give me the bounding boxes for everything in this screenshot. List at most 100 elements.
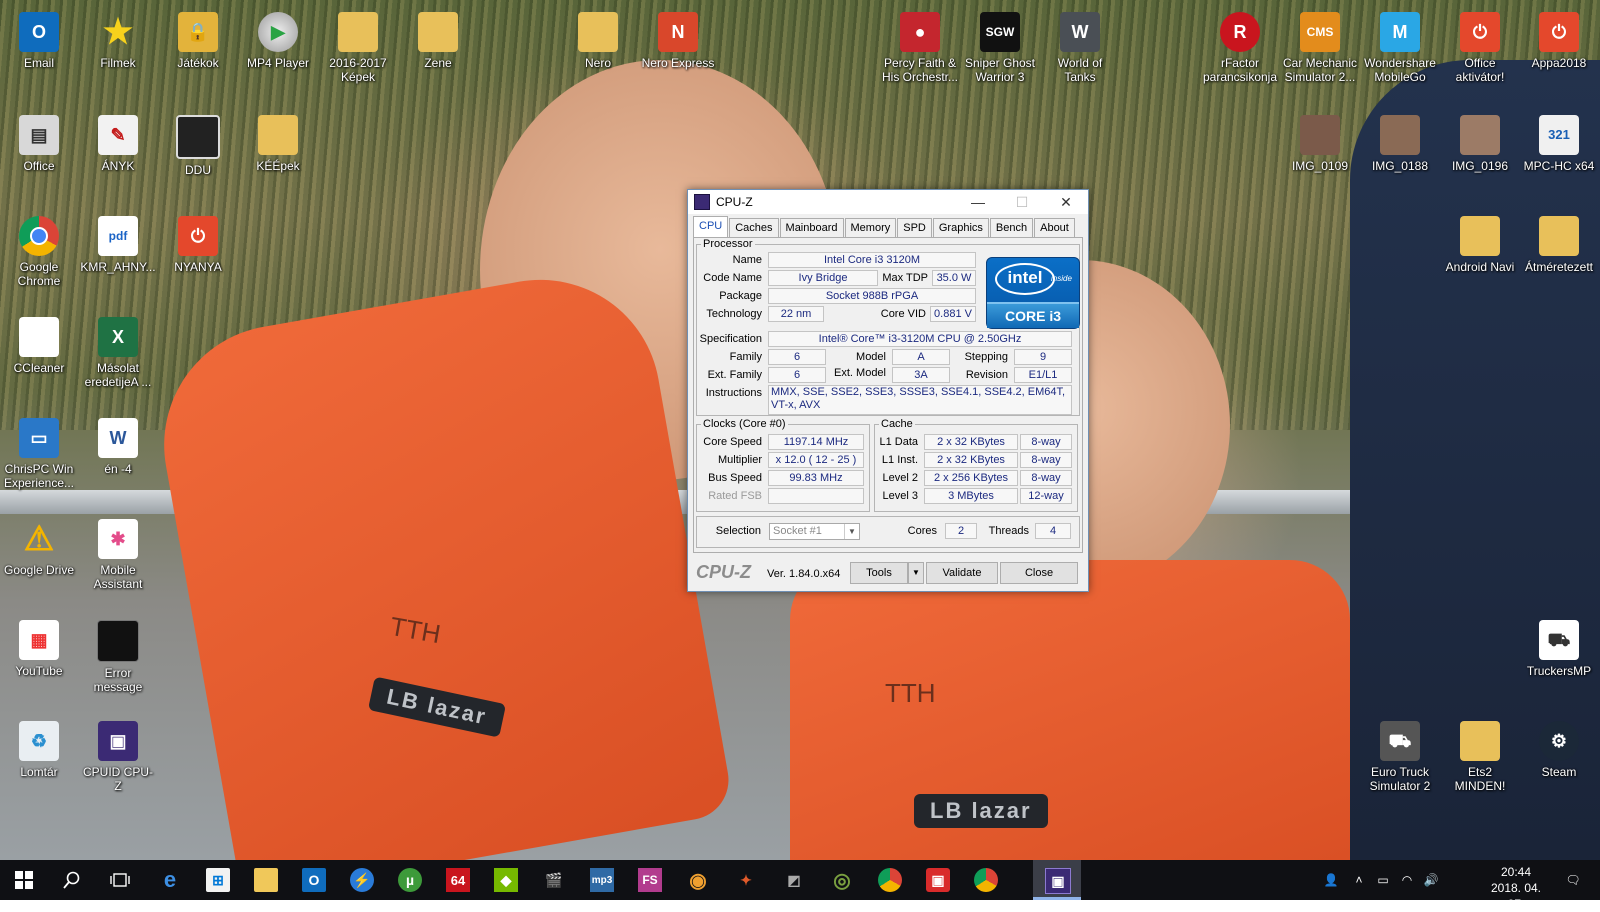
desktop-icon-world-of-tanks[interactable]: W World of Tanks: [1042, 12, 1118, 84]
desktop-icon-keepek[interactable]: KÉÉpek: [240, 115, 316, 173]
desktop-icon-google-chrome[interactable]: Google Chrome: [1, 216, 77, 288]
desktop-icon-kepek-2016[interactable]: 2016-2017 Képek: [320, 12, 396, 84]
fs-icon[interactable]: FS: [638, 868, 662, 892]
cpuz-icon[interactable]: ▣: [1045, 868, 1071, 894]
desktop-icon-nero[interactable]: Nero: [560, 12, 636, 70]
tab-bench[interactable]: Bench: [989, 218, 1034, 237]
desktop-icon-youtube[interactable]: ▦ YouTube: [1, 620, 77, 678]
intel-core-i3-logo: intel inside CORE i3: [986, 257, 1080, 329]
tab-graphics[interactable]: Graphics: [932, 218, 989, 237]
maxtdp-value: 35.0 W: [932, 270, 976, 286]
desktop-icon-email[interactable]: O Email: [1, 12, 77, 70]
desktop-icon-truckersmp[interactable]: ⛟ TruckersMP: [1521, 620, 1597, 678]
desktop-icon-img0188[interactable]: IMG_0188: [1362, 115, 1438, 173]
desktop-icon-office-aktivator[interactable]: ⏻ Office aktivátor!: [1442, 12, 1518, 84]
desktop-icon-percy-faith[interactable]: ● Percy Faith & His Orchestr...: [882, 12, 958, 84]
start-icon[interactable]: [12, 868, 36, 892]
maximize-button[interactable]: ☐: [1000, 190, 1044, 214]
desktop-icon-office[interactable]: ▤ Office: [1, 115, 77, 173]
desktop-icon-rfactor[interactable]: RrFactor parancsikonja: [1202, 12, 1278, 84]
file-explorer-icon[interactable]: [254, 868, 278, 892]
desktop-icon-mpc-hc[interactable]: 321 MPC-HC x64: [1521, 115, 1597, 173]
mp3-icon[interactable]: mp3: [590, 868, 614, 892]
desktop-icon-steam[interactable]: ⚙ Steam: [1521, 721, 1597, 779]
nvidia-icon[interactable]: ◆: [494, 868, 518, 892]
wifi-icon[interactable]: ◠: [1396, 860, 1418, 900]
desktop-icon-lomtar[interactable]: ♻ Lomtár: [1, 721, 77, 779]
game-icon[interactable]: ✦: [734, 868, 758, 892]
steam-big-icon[interactable]: ◩: [782, 868, 806, 892]
notification-icon[interactable]: 🗨: [1560, 860, 1586, 900]
outlook-icon[interactable]: O: [302, 868, 326, 892]
desktop-icon-mp4-player[interactable]: ▶ MP4 Player: [240, 12, 316, 70]
eye-icon[interactable]: ◉: [686, 868, 710, 892]
desktop-icon-filmek[interactable]: ★ Filmek: [80, 12, 156, 70]
desktop-icon-euro-truck[interactable]: ⛟ Euro Truck Simulator 2: [1362, 721, 1438, 793]
desktop-icon-atmeretezett[interactable]: Átméretezett: [1521, 216, 1597, 274]
validate-button[interactable]: Validate: [926, 562, 998, 584]
desktop-icon-kmr-ahny[interactable]: pdf KMR_AHNY...: [80, 216, 156, 274]
desktop-icon-car-mechanic[interactable]: CMS Car Mechanic Simulator 2...: [1282, 12, 1358, 84]
desktop-icon-img0196[interactable]: IMG_0196: [1442, 115, 1518, 173]
desktop-icon-appa2018[interactable]: ⏻ Appa2018: [1521, 12, 1597, 70]
tab-caches[interactable]: Caches: [729, 218, 779, 237]
desktop-icon-zene[interactable]: Zene: [400, 12, 476, 70]
clock-date: 2018. 04. 07.: [1490, 881, 1542, 911]
task-view-icon[interactable]: [108, 868, 132, 892]
utorrent-icon[interactable]: µ: [398, 868, 422, 892]
photo-icon[interactable]: ▣: [926, 868, 950, 892]
battery-icon[interactable]: ▭: [1372, 860, 1394, 900]
desktop-icon-nyanya[interactable]: ⏻ NYANYA: [160, 216, 236, 274]
close-window-button[interactable]: ✕: [1044, 190, 1088, 214]
chevron-up-icon[interactable]: ˄: [1348, 860, 1370, 900]
close-button[interactable]: Close: [1000, 562, 1078, 584]
volume-icon[interactable]: 🔊: [1420, 860, 1442, 900]
sphere-icon[interactable]: ◎: [830, 868, 854, 892]
store-icon[interactable]: ⊞: [206, 868, 230, 892]
tools-button[interactable]: Tools: [850, 562, 908, 584]
desktop-icon-jatekok[interactable]: 🔒 Játékok: [160, 12, 236, 70]
desktop-icon-error-message[interactable]: Error message: [80, 620, 156, 694]
desktop-icon-cpuid-cpuz[interactable]: ▣ CPUID CPU-Z: [80, 721, 156, 793]
desktop-icon-chrispc[interactable]: ▭ ChrisPC Win Experience...: [1, 418, 77, 490]
folder-icon: [418, 12, 458, 52]
taskbar-clock[interactable]: 20:44 2018. 04. 07.: [1486, 864, 1546, 912]
minimize-button[interactable]: —: [956, 190, 1000, 214]
speed-icon[interactable]: ⚡: [350, 868, 374, 892]
desktop-icon-nero-express[interactable]: N Nero Express: [640, 12, 716, 70]
socket-select[interactable]: Socket #1 ▼: [769, 523, 860, 540]
desktop-icon-ets2-minden[interactable]: Ets2 MINDEN!: [1442, 721, 1518, 793]
chrome-icon[interactable]: [878, 868, 902, 892]
desktop-icon-mobilego[interactable]: M Wondershare MobileGo: [1362, 12, 1438, 84]
desktop-icon-android-navi[interactable]: Android Navi: [1442, 216, 1518, 274]
desktop-icon-masolat[interactable]: X Másolat eredetijeA ...: [80, 317, 156, 389]
tab-about[interactable]: About: [1034, 218, 1075, 237]
stepping-label: Stepping: [964, 351, 1008, 363]
search-icon[interactable]: [60, 868, 84, 892]
truck-icon: ⛟: [1539, 620, 1579, 660]
name-value: Intel Core i3 3120M: [768, 252, 976, 268]
desktop-icon-anyk[interactable]: ✎ ÁNYK: [80, 115, 156, 173]
desktop-icon-ddu[interactable]: DDU: [160, 115, 236, 177]
mobile-assistant-icon: ✱: [98, 519, 138, 559]
desktop-icon-sniper-ghost[interactable]: SGW Sniper Ghost Warrior 3: [962, 12, 1038, 84]
cpuz-titlebar[interactable]: CPU-Z — ☐ ✕: [688, 190, 1088, 214]
tab-memory[interactable]: Memory: [844, 218, 897, 237]
tools-dropdown-icon[interactable]: ▼: [908, 562, 924, 584]
desktop-icon-ccleaner[interactable]: CCleaner: [1, 317, 77, 375]
tab-cpu[interactable]: CPU: [693, 216, 729, 237]
aida64-icon[interactable]: 64: [446, 868, 470, 892]
threads-value: 4: [1035, 523, 1071, 539]
people-icon[interactable]: 👤: [1320, 860, 1342, 900]
tab-spd[interactable]: SPD: [897, 218, 932, 237]
chrome-alt-icon[interactable]: [974, 868, 998, 892]
video-editor-icon[interactable]: 🎬: [542, 868, 566, 892]
l1inst-label: L1 Inst.: [881, 454, 918, 466]
excel-icon: X: [98, 317, 138, 357]
desktop-icon-img0109[interactable]: IMG_0109: [1282, 115, 1358, 173]
edge-icon[interactable]: e: [158, 867, 182, 892]
desktop-icon-google-drive[interactable]: ⚠ Google Drive: [1, 519, 77, 577]
desktop-icon-mobile-assistant[interactable]: ✱ Mobile Assistant: [80, 519, 156, 591]
tab-mainboard[interactable]: Mainboard: [779, 218, 844, 237]
desktop-icon-en-4[interactable]: Wén -4: [80, 418, 156, 476]
